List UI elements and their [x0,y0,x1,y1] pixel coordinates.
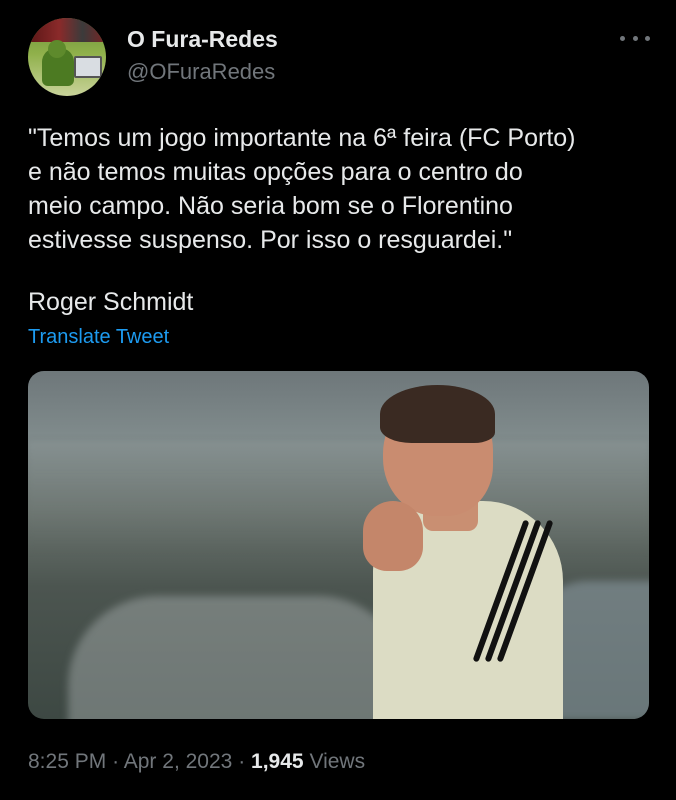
photo-coach-hair [380,385,495,443]
more-horizontal-icon[interactable] [620,28,650,48]
views-label: Views [309,750,366,773]
photo-dugout [68,596,408,719]
views-count[interactable]: 1,945 [251,750,304,773]
tweet-time[interactable]: 8:25 PM [28,750,106,773]
avatar-background [28,18,106,42]
tweet-photo[interactable] [28,371,649,719]
tweet-date[interactable]: Apr 2, 2023 [124,750,233,773]
translate-tweet-link[interactable]: Translate Tweet [28,326,169,349]
tweet-text: "Temos um jogo importante na 6ª feira (F… [28,124,576,254]
meta-separator: · [238,750,246,773]
photo-stadium-stand [28,441,649,551]
tweet-card: O Fura-Redes @OFuraRedes "Temos um jogo … [0,0,676,800]
avatar[interactable] [28,18,106,96]
tweet-signature: Roger Schmidt [28,288,194,316]
meta-separator: · [112,750,120,773]
account-handle[interactable]: @OFuraRedes [127,59,275,85]
photo-coach-hand [363,501,423,571]
account-name[interactable]: O Fura-Redes [127,26,278,53]
tweet-meta: 8:25 PM · Apr 2, 2023 · 1,945 Views [28,750,365,774]
avatar-head [48,40,66,58]
avatar-laptop [74,56,102,78]
